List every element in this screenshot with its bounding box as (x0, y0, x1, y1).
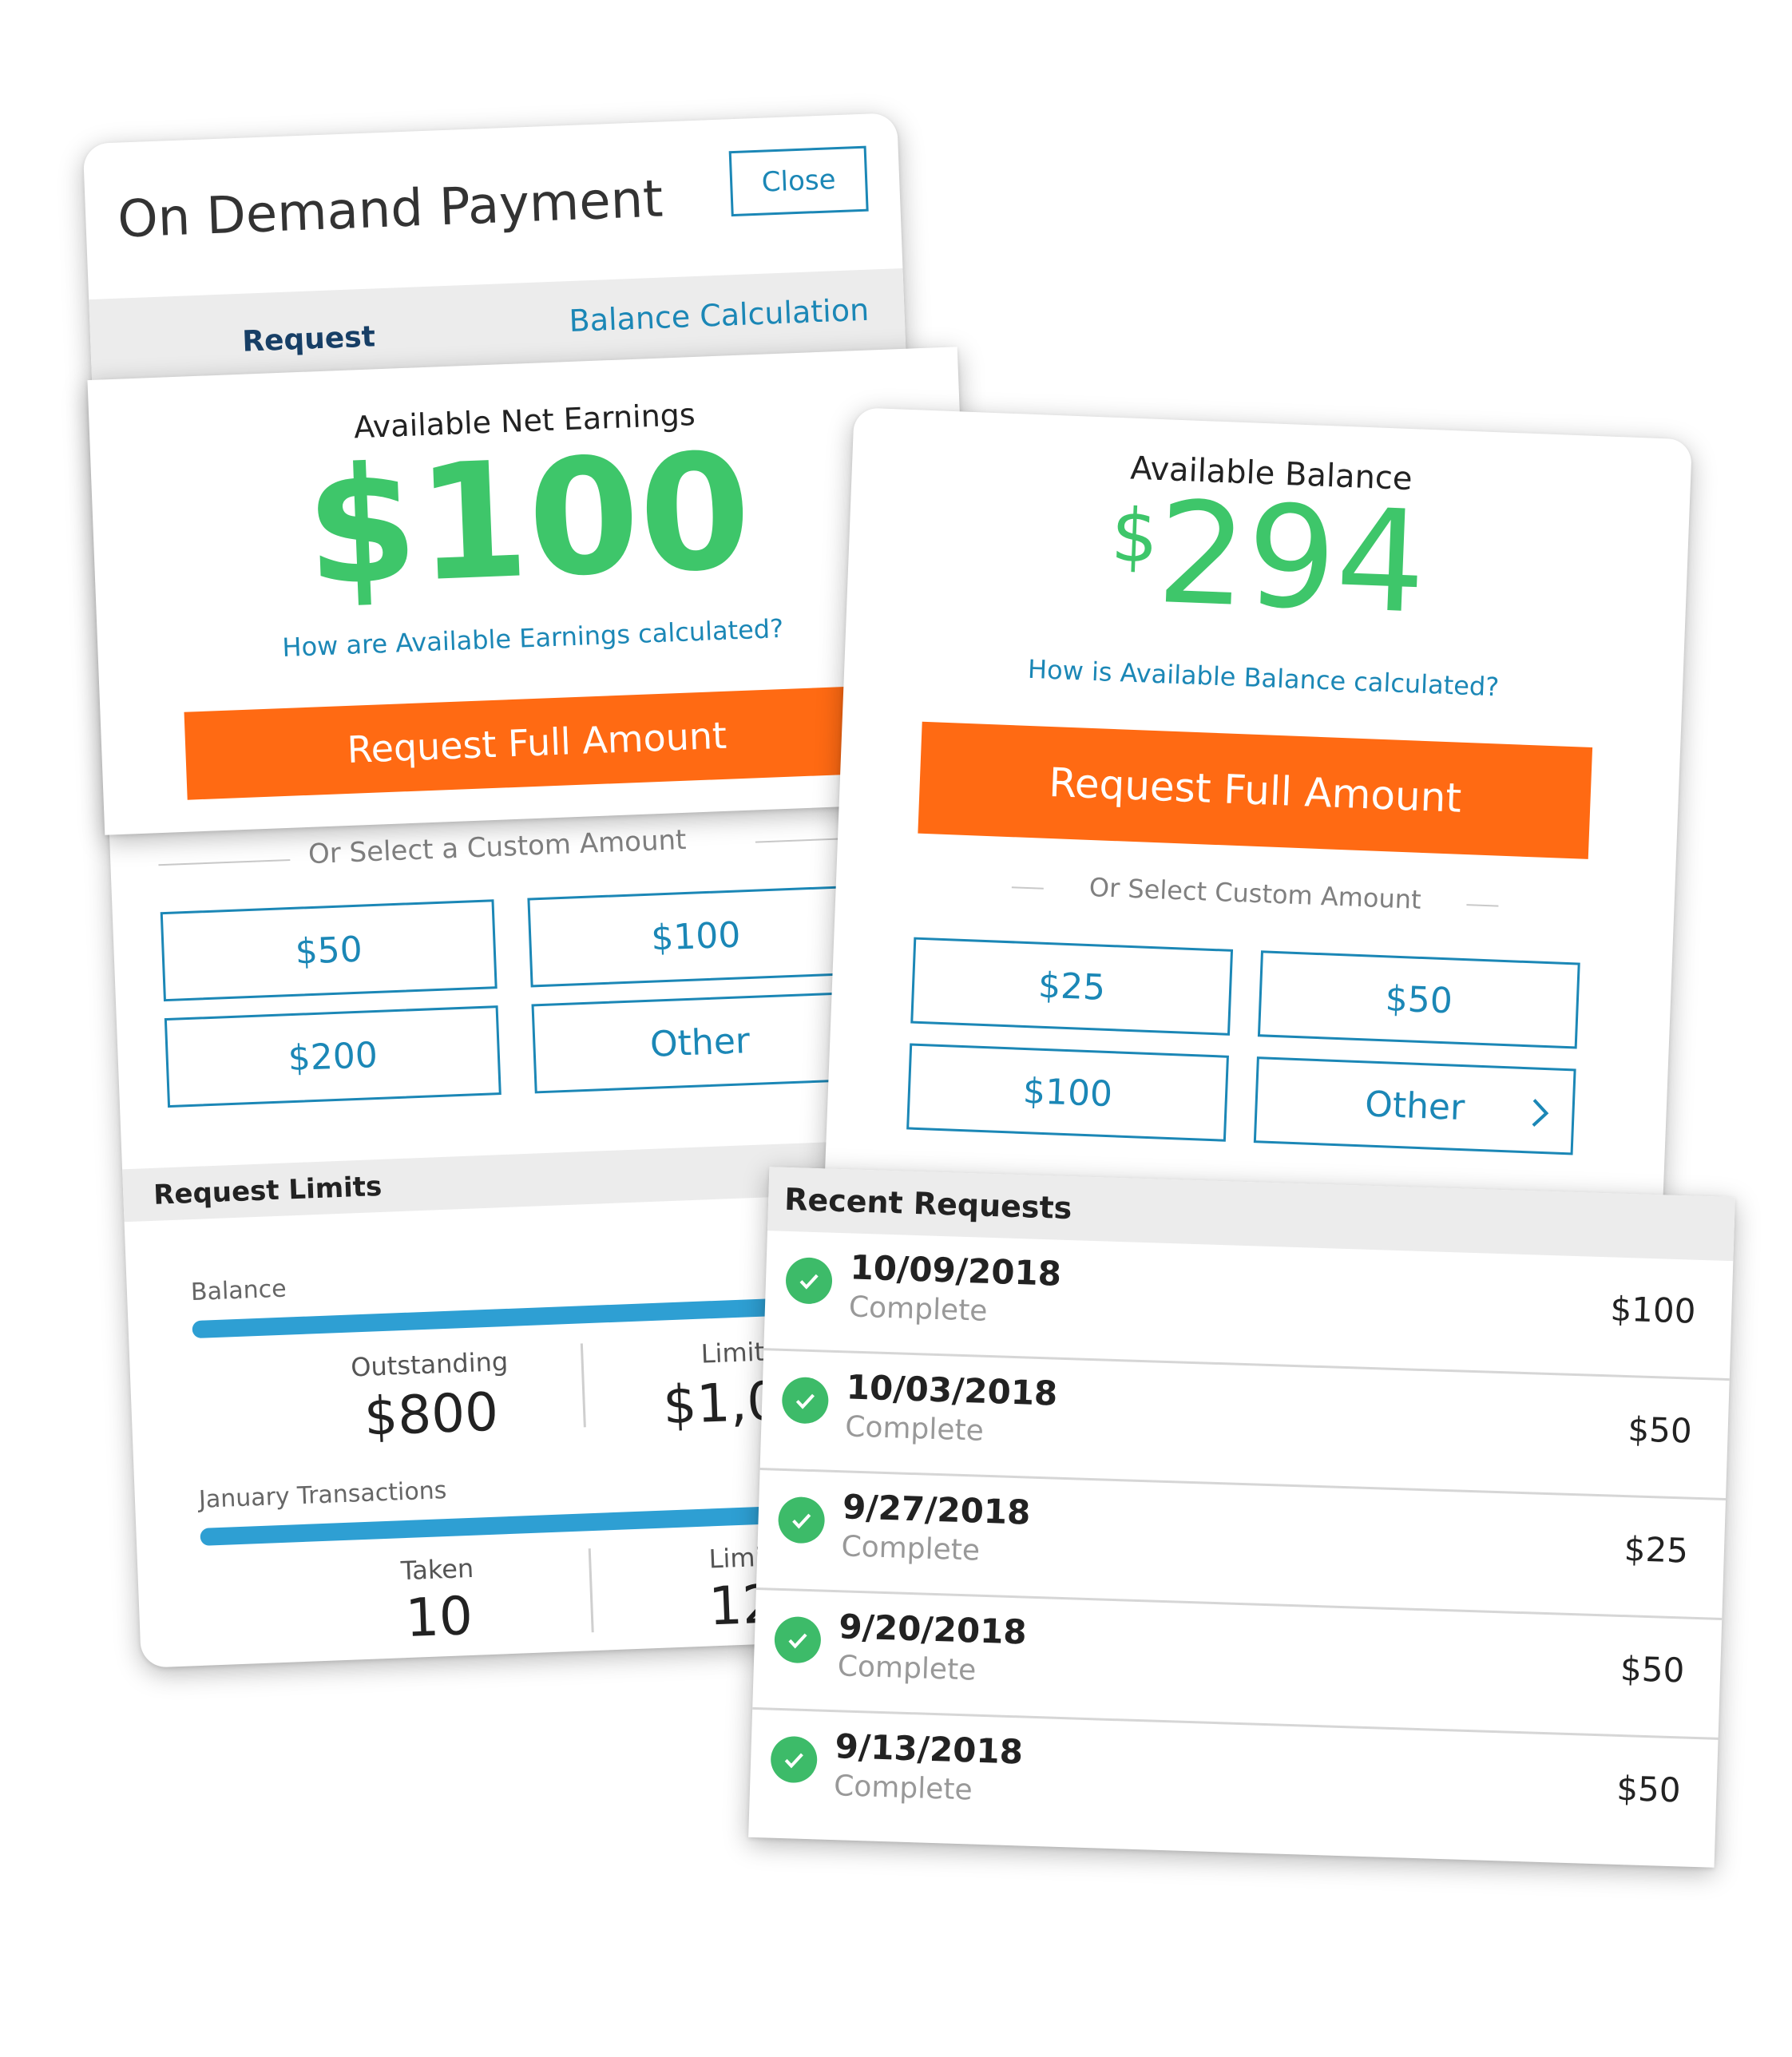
amount-option-200[interactable]: $200 (164, 1005, 502, 1108)
check-circle-icon (777, 1496, 826, 1544)
chevron-right-icon (1532, 1099, 1549, 1127)
close-button[interactable]: Close (728, 145, 869, 217)
balance-amount: 294 (1154, 470, 1429, 645)
transactions-label: January Transactions (198, 1476, 447, 1514)
transactions-separator (588, 1548, 594, 1633)
amount-option-50[interactable]: $50 (160, 899, 498, 1002)
modal-title: On Demand Payment (116, 169, 664, 250)
balance-currency: $ (1109, 492, 1160, 580)
request-full-amount-button[interactable]: Request Full Amount (184, 685, 890, 800)
request-amount: $25 (1624, 1529, 1689, 1571)
request-amount: $50 (1620, 1648, 1686, 1690)
check-circle-icon (785, 1256, 833, 1305)
recent-requests-card: Recent Requests 10/09/2018 Complete $100… (748, 1167, 1735, 1868)
request-date: 10/09/2018 (849, 1247, 1062, 1294)
balance-option-50[interactable]: $50 (1257, 950, 1580, 1049)
balance-custom-amount-label: Or Select Custom Amount (1088, 871, 1422, 915)
earnings-amount: $100 (303, 418, 755, 622)
request-status: Complete (844, 1410, 985, 1448)
request-date: 10/03/2018 (846, 1367, 1058, 1413)
taken-value: 10 (404, 1584, 474, 1650)
custom-amount-divider-label: Or Select a Custom Amount (307, 823, 688, 871)
amount-option-other[interactable]: Other (531, 991, 869, 1094)
tab-request[interactable]: Request (242, 320, 376, 358)
balance-label: Balance (190, 1274, 287, 1307)
balance-help-link[interactable]: How is Available Balance calculated? (844, 647, 1683, 709)
request-limits-title: Request Limits (153, 1170, 383, 1211)
request-date: 9/20/2018 (838, 1607, 1028, 1652)
tab-balance-calculation[interactable]: Balance Calculation (569, 292, 870, 339)
available-balance-card: Available Balance $294 How is Available … (823, 407, 1692, 1246)
request-full-amount-button-2[interactable]: Request Full Amount (918, 721, 1593, 859)
recent-requests-title: Recent Requests (783, 1181, 1072, 1227)
balance-option-other-label: Other (1364, 1083, 1466, 1128)
balance-separator (580, 1343, 586, 1428)
balance-option-25[interactable]: $25 (910, 937, 1234, 1036)
amount-option-100[interactable]: $100 (527, 885, 865, 988)
balance-option-other[interactable]: Other (1253, 1056, 1576, 1155)
request-status: Complete (848, 1290, 989, 1328)
request-amount: $100 (1609, 1289, 1697, 1331)
check-circle-icon (774, 1615, 822, 1664)
request-date: 9/13/2018 (834, 1726, 1024, 1772)
request-status: Complete (840, 1530, 981, 1568)
outstanding-value: $800 (363, 1381, 500, 1448)
request-amount: $50 (1627, 1409, 1693, 1451)
check-circle-icon (770, 1735, 819, 1784)
balance-option-100[interactable]: $100 (906, 1043, 1229, 1142)
check-circle-icon (781, 1376, 830, 1425)
request-amount: $50 (1616, 1768, 1682, 1810)
divider-left (158, 858, 291, 866)
outstanding-label: Outstanding (350, 1346, 509, 1383)
request-status: Complete (833, 1770, 973, 1807)
request-date: 9/27/2018 (842, 1487, 1032, 1532)
request-status: Complete (837, 1650, 977, 1687)
